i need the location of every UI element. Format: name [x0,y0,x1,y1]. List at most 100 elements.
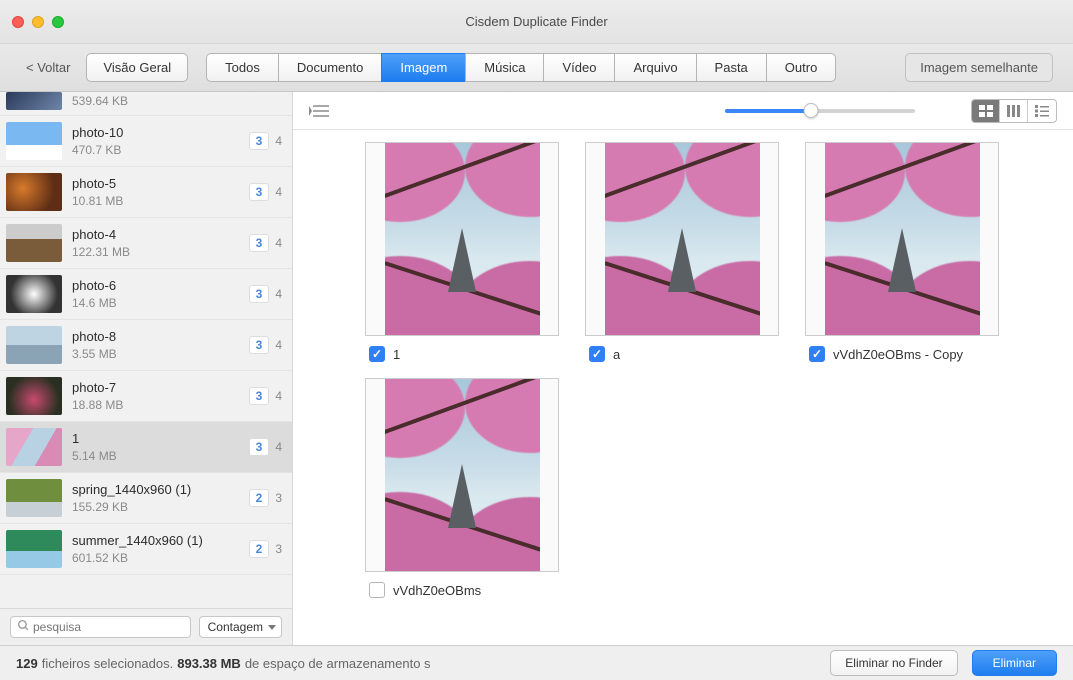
search-field[interactable] [10,616,191,638]
count-badge: 23 [249,489,282,507]
tab-documento[interactable]: Documento [278,53,381,82]
selected-count: 129 [16,656,38,671]
select-checkbox[interactable] [369,346,385,362]
card-name: 1 [393,347,400,362]
grid-card[interactable]: a [585,142,779,362]
search-input[interactable] [33,620,184,634]
count-badge: 34 [249,336,282,354]
tab-vídeo[interactable]: Vídeo [543,53,614,82]
grid-card[interactable]: 1 [365,142,559,362]
select-menu-icon[interactable] [309,104,329,118]
grid-card[interactable]: vVdhZ0eOBms [365,378,559,598]
back-button[interactable]: < Voltar [20,56,76,79]
overview-button[interactable]: Visão Geral [86,53,188,82]
card-name: a [613,347,620,362]
tab-arquivo[interactable]: Arquivo [614,53,695,82]
sort-label: Contagem [208,620,263,634]
card-image [585,142,779,336]
main-panel: 1 a vVdhZ0eOBms - Copy vVdhZ0eOBms [293,92,1073,645]
list-item[interactable]: 1 5.14 MB34 [0,422,292,473]
category-tabs: TodosDocumentoImagemMúsicaVídeoArquivoPa… [206,53,836,82]
list-item[interactable]: summer_1440x960 (1) 601.52 KB23 [0,524,292,575]
titlebar: Cisdem Duplicate Finder [0,0,1073,44]
item-name: photo-5 [72,176,249,191]
thumbnail [6,224,62,262]
delete-in-finder-button[interactable]: Eliminar no Finder [830,650,957,676]
list-item[interactable]: photo-7 18.88 MB34 [0,371,292,422]
card-name: vVdhZ0eOBms [393,583,481,598]
thumbnail [6,173,62,211]
item-name: photo-6 [72,278,249,293]
item-size: 14.6 MB [72,296,249,310]
count-badge: 34 [249,387,282,405]
item-size: 470.7 KB [72,143,249,157]
count-badge: 34 [249,183,282,201]
grid-view-button[interactable] [972,100,1000,122]
tab-pasta[interactable]: Pasta [696,53,766,82]
item-name: spring_1440x960 (1) [72,482,249,497]
tab-outro[interactable]: Outro [766,53,837,82]
list-item[interactable]: spring_1440x960 (1) 155.29 KB23 [0,473,292,524]
list-view-button[interactable] [1028,100,1056,122]
sort-dropdown[interactable]: Contagem [199,616,282,638]
item-size: 18.88 MB [72,398,249,412]
thumbnail [6,122,62,160]
item-size: 539.64 KB [72,94,282,108]
item-name: 1 [72,431,249,446]
thumbnail [6,428,62,466]
thumbnail [6,530,62,568]
window-title: Cisdem Duplicate Finder [0,14,1073,29]
grid-card[interactable]: vVdhZ0eOBms - Copy [805,142,999,362]
item-name: summer_1440x960 (1) [72,533,249,548]
column-view-button[interactable] [1000,100,1028,122]
count-badge: 34 [249,234,282,252]
list-item[interactable]: photo-6 14.6 MB34 [0,269,292,320]
tab-imagem[interactable]: Imagem [381,53,465,82]
select-checkbox[interactable] [369,582,385,598]
list-item[interactable]: photo-10470.7 KB34 [0,116,292,167]
status-bar: 129 ficheiros selecionados. 893.38 MB de… [0,645,1073,680]
sidebar-footer: Contagem [0,608,292,645]
search-icon [17,619,30,635]
item-name: photo-10 [72,125,249,140]
card-image [365,378,559,572]
duplicate-group-list[interactable]: 539.64 KBphoto-10470.7 KB34photo-510.81 … [0,92,292,608]
count-badge: 23 [249,540,282,558]
card-name: vVdhZ0eOBms - Copy [833,347,963,362]
item-name: photo-4 [72,227,249,242]
item-size: 10.81 MB [72,194,249,208]
card-image [365,142,559,336]
similar-image-button[interactable]: Imagem semelhante [905,53,1053,82]
tab-todos[interactable]: Todos [206,53,278,82]
thumbnail [6,92,62,110]
select-checkbox[interactable] [809,346,825,362]
thumbnail [6,479,62,517]
thumbnail [6,326,62,364]
thumbnail-size-slider[interactable] [725,109,915,113]
item-name: photo-8 [72,329,249,344]
thumbnail [6,377,62,415]
list-item[interactable]: photo-4 122.31 MB34 [0,218,292,269]
status-text: 129 ficheiros selecionados. 893.38 MB de… [16,656,431,671]
main-header [293,92,1073,130]
list-item[interactable]: photo-83.55 MB34 [0,320,292,371]
view-mode-segment [971,99,1057,123]
select-checkbox[interactable] [589,346,605,362]
count-badge: 34 [249,285,282,303]
count-badge: 34 [249,438,282,456]
item-name: photo-7 [72,380,249,395]
item-size: 122.31 MB [72,245,249,259]
sidebar: 539.64 KBphoto-10470.7 KB34photo-510.81 … [0,92,293,645]
thumbnail [6,275,62,313]
item-size: 5.14 MB [72,449,249,463]
tab-música[interactable]: Música [465,53,543,82]
grid-area: 1 a vVdhZ0eOBms - Copy vVdhZ0eOBms [293,130,1073,645]
selected-size: 893.38 MB [177,656,241,671]
card-image [805,142,999,336]
delete-button[interactable]: Eliminar [972,650,1057,676]
list-item[interactable]: 539.64 KB [0,92,292,116]
item-size: 601.52 KB [72,551,249,565]
list-item[interactable]: photo-5 10.81 MB34 [0,167,292,218]
item-size: 155.29 KB [72,500,249,514]
toolbar: < Voltar Visão Geral TodosDocumentoImage… [0,44,1073,92]
